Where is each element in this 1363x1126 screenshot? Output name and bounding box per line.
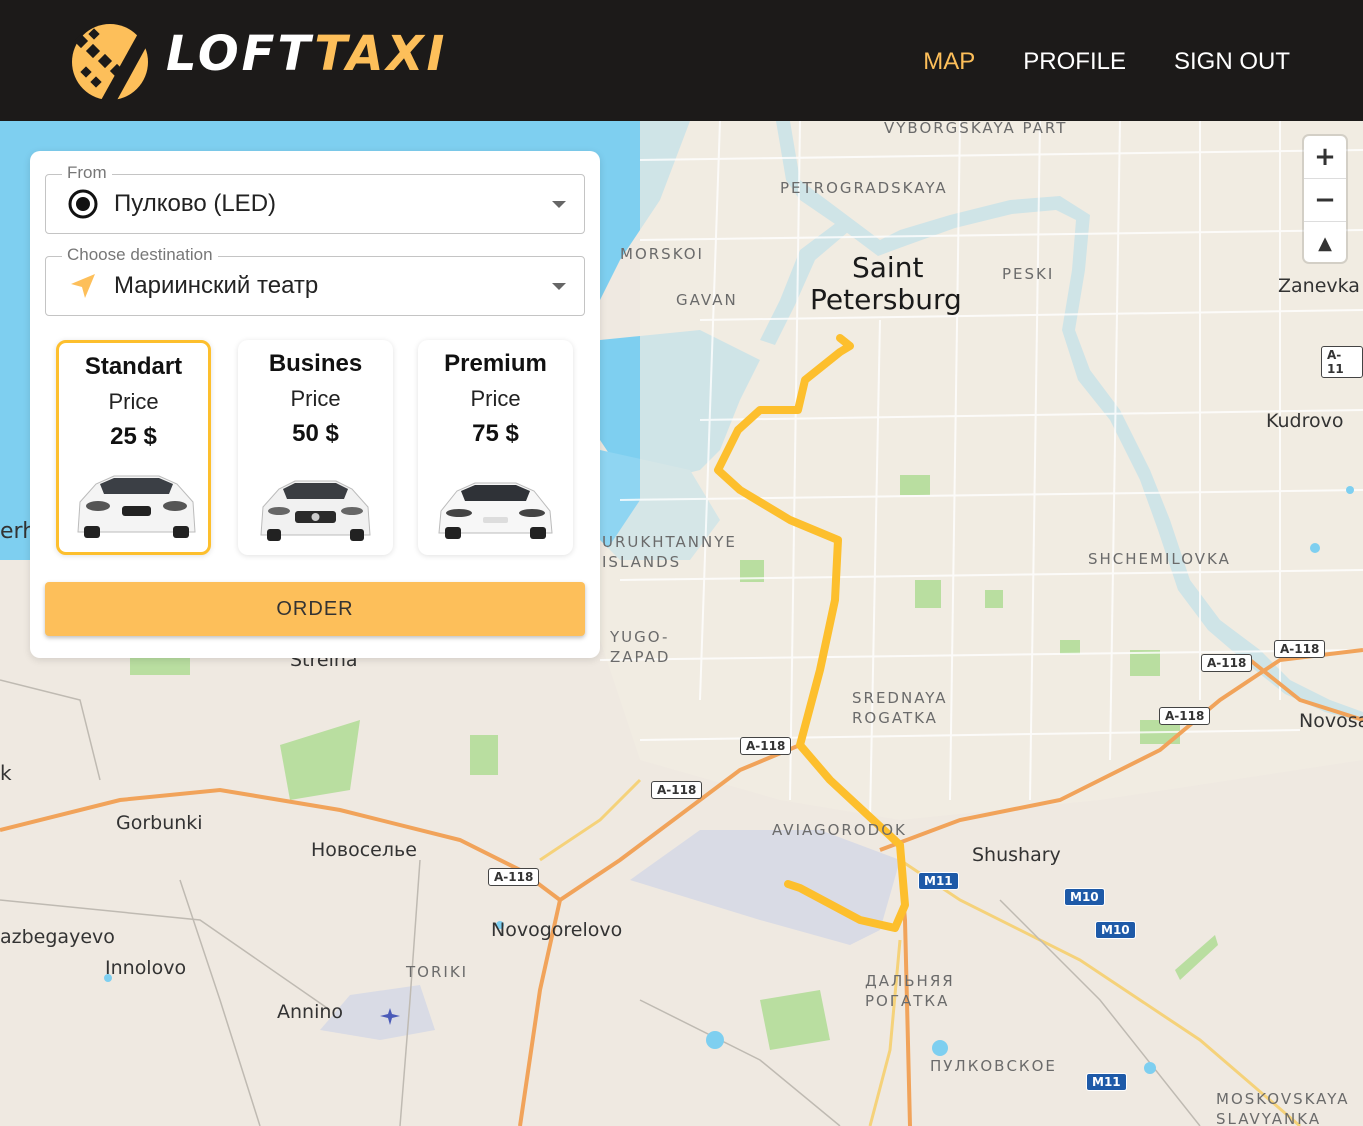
map-label-city-line1: Saint <box>852 251 924 284</box>
road-shield-a118: A-118 <box>1274 640 1326 658</box>
map-label-peski: PESKI <box>1002 265 1055 283</box>
radio-origin-icon <box>68 189 98 219</box>
map-label-gavan: GAVAN <box>676 291 738 309</box>
map-label-zanevka: Zanevka <box>1278 275 1360 297</box>
tariff-price-label: Price <box>108 389 159 414</box>
map-label-annino: Annino <box>277 1001 344 1023</box>
road-shield-a118: A-118 <box>651 781 703 799</box>
compass-reset-button[interactable]: ▲ <box>1304 222 1346 264</box>
map-label-urukhtannye: URUKHTANNYE ISLANDS <box>602 533 737 571</box>
logo-emblem-icon <box>72 24 150 102</box>
brand-part2: TAXI <box>314 26 448 82</box>
road-shield-a11: A-11 <box>1321 346 1363 378</box>
map-label-dalnyaya: ДАЛЬНЯЯ РОГАТКА <box>865 972 955 1010</box>
tariff-price: 25 $ <box>110 423 157 450</box>
map-label-razbegayevo: azbegayevo <box>0 926 115 948</box>
order-panel: From Пулково (LED) Choose destination Ма… <box>30 151 600 658</box>
nav-profile-link[interactable]: PROFILE <box>1023 48 1126 76</box>
map-label-novoselye: Новоселье <box>311 839 417 861</box>
map-label-toriki: TORIKI <box>406 963 469 981</box>
zoom-out-button[interactable]: − <box>1304 179 1346 222</box>
map-zoom-controls: + − ▲ <box>1304 136 1346 262</box>
tariff-name: Standart <box>84 353 183 380</box>
destination-legend: Choose destination <box>62 245 218 265</box>
destination-value: Мариинский театр <box>114 272 319 299</box>
road-shield-a118: A-118 <box>1159 707 1211 725</box>
map-label-morskoi: MORSKOI <box>620 245 704 263</box>
map-label-novosa: Novosa <box>1299 710 1363 732</box>
map-label-yugo-zapad: YUGO- ZAPAD <box>610 628 671 666</box>
brand-wordmark: LOFTTAXI <box>166 26 447 82</box>
map-label-petrogradskaya: PETROGRADSKAYA <box>780 179 948 197</box>
map-label-innolovo: Innolovo <box>105 957 187 979</box>
chevron-down-icon <box>552 283 566 290</box>
map-label-novogorelovo: Novogorelovo <box>491 919 623 941</box>
destination-select[interactable]: Choose destination Мариинский театр <box>45 245 585 316</box>
from-select[interactable]: From Пулково (LED) <box>45 163 585 234</box>
road-shield-a118: A-118 <box>488 868 540 886</box>
road-shield-a118: A-118 <box>740 737 792 755</box>
tariff-price: 75 $ <box>472 420 519 447</box>
tariff-price: 50 $ <box>292 420 339 447</box>
map-label-city-line2: Petersburg <box>810 283 962 316</box>
loft-taxi-logo[interactable]: LOFTTAXI <box>70 22 470 102</box>
car-standart-image <box>77 475 196 538</box>
tariff-card-busines[interactable]: Busines Price 50 $ <box>238 340 393 555</box>
map-label-srednaya: SREDNAYA ROGATKA <box>852 689 948 727</box>
from-value: Пулково (LED) <box>114 190 277 217</box>
chevron-down-icon <box>552 201 566 208</box>
car-premium-image <box>438 482 553 539</box>
road-shield-m11: M11 <box>1086 1073 1127 1091</box>
car-busines-image <box>260 480 371 541</box>
navigation-arrow-icon <box>71 274 95 298</box>
tariff-name: Busines <box>268 350 363 377</box>
main-nav: MAP PROFILE SIGN OUT <box>923 48 1290 76</box>
app-header: LOFTTAXI MAP PROFILE SIGN OUT <box>0 0 1363 121</box>
nav-map-link[interactable]: MAP <box>923 48 975 76</box>
tariff-card-premium[interactable]: Premium Price 75 $ <box>418 340 573 555</box>
map-label-shushary: Shushary <box>972 844 1061 866</box>
map-label-moskovskaya: MOSKOVSKAYA SLAVYANKA <box>1216 1090 1350 1126</box>
road-shield-m10: M10 <box>1095 921 1136 939</box>
map-label-aviagorodok: AVIAGORODOK <box>772 821 907 839</box>
road-shield-a118: A-118 <box>1201 654 1253 672</box>
tariff-card-standart[interactable]: Standart Price 25 $ <box>56 340 211 555</box>
tariff-price-label: Price <box>470 386 521 411</box>
road-shield-m10: M10 <box>1064 888 1105 906</box>
map-label-vyborgskaya: VYBORGSKAYA PART <box>884 121 1068 137</box>
nav-signout-link[interactable]: SIGN OUT <box>1174 48 1290 76</box>
zoom-in-button[interactable]: + <box>1304 136 1346 179</box>
order-button[interactable]: ORDER <box>45 582 585 636</box>
brand-part1: LOFT <box>166 26 315 82</box>
tariff-price-label: Price <box>290 386 341 411</box>
from-legend: From <box>62 163 112 183</box>
tariff-name: Premium <box>444 350 547 377</box>
map-label-shchemilovka: SHCHEMILOVKA <box>1088 550 1231 568</box>
road-shield-m11: M11 <box>918 872 959 890</box>
map-label-pulkovskoe: ПУЛКОВСКОЕ <box>930 1057 1057 1075</box>
map-label-k: k <box>0 761 12 785</box>
map-label-gorbunki: Gorbunki <box>116 812 203 834</box>
map-label-kudrovo: Kudrovo <box>1266 410 1344 432</box>
